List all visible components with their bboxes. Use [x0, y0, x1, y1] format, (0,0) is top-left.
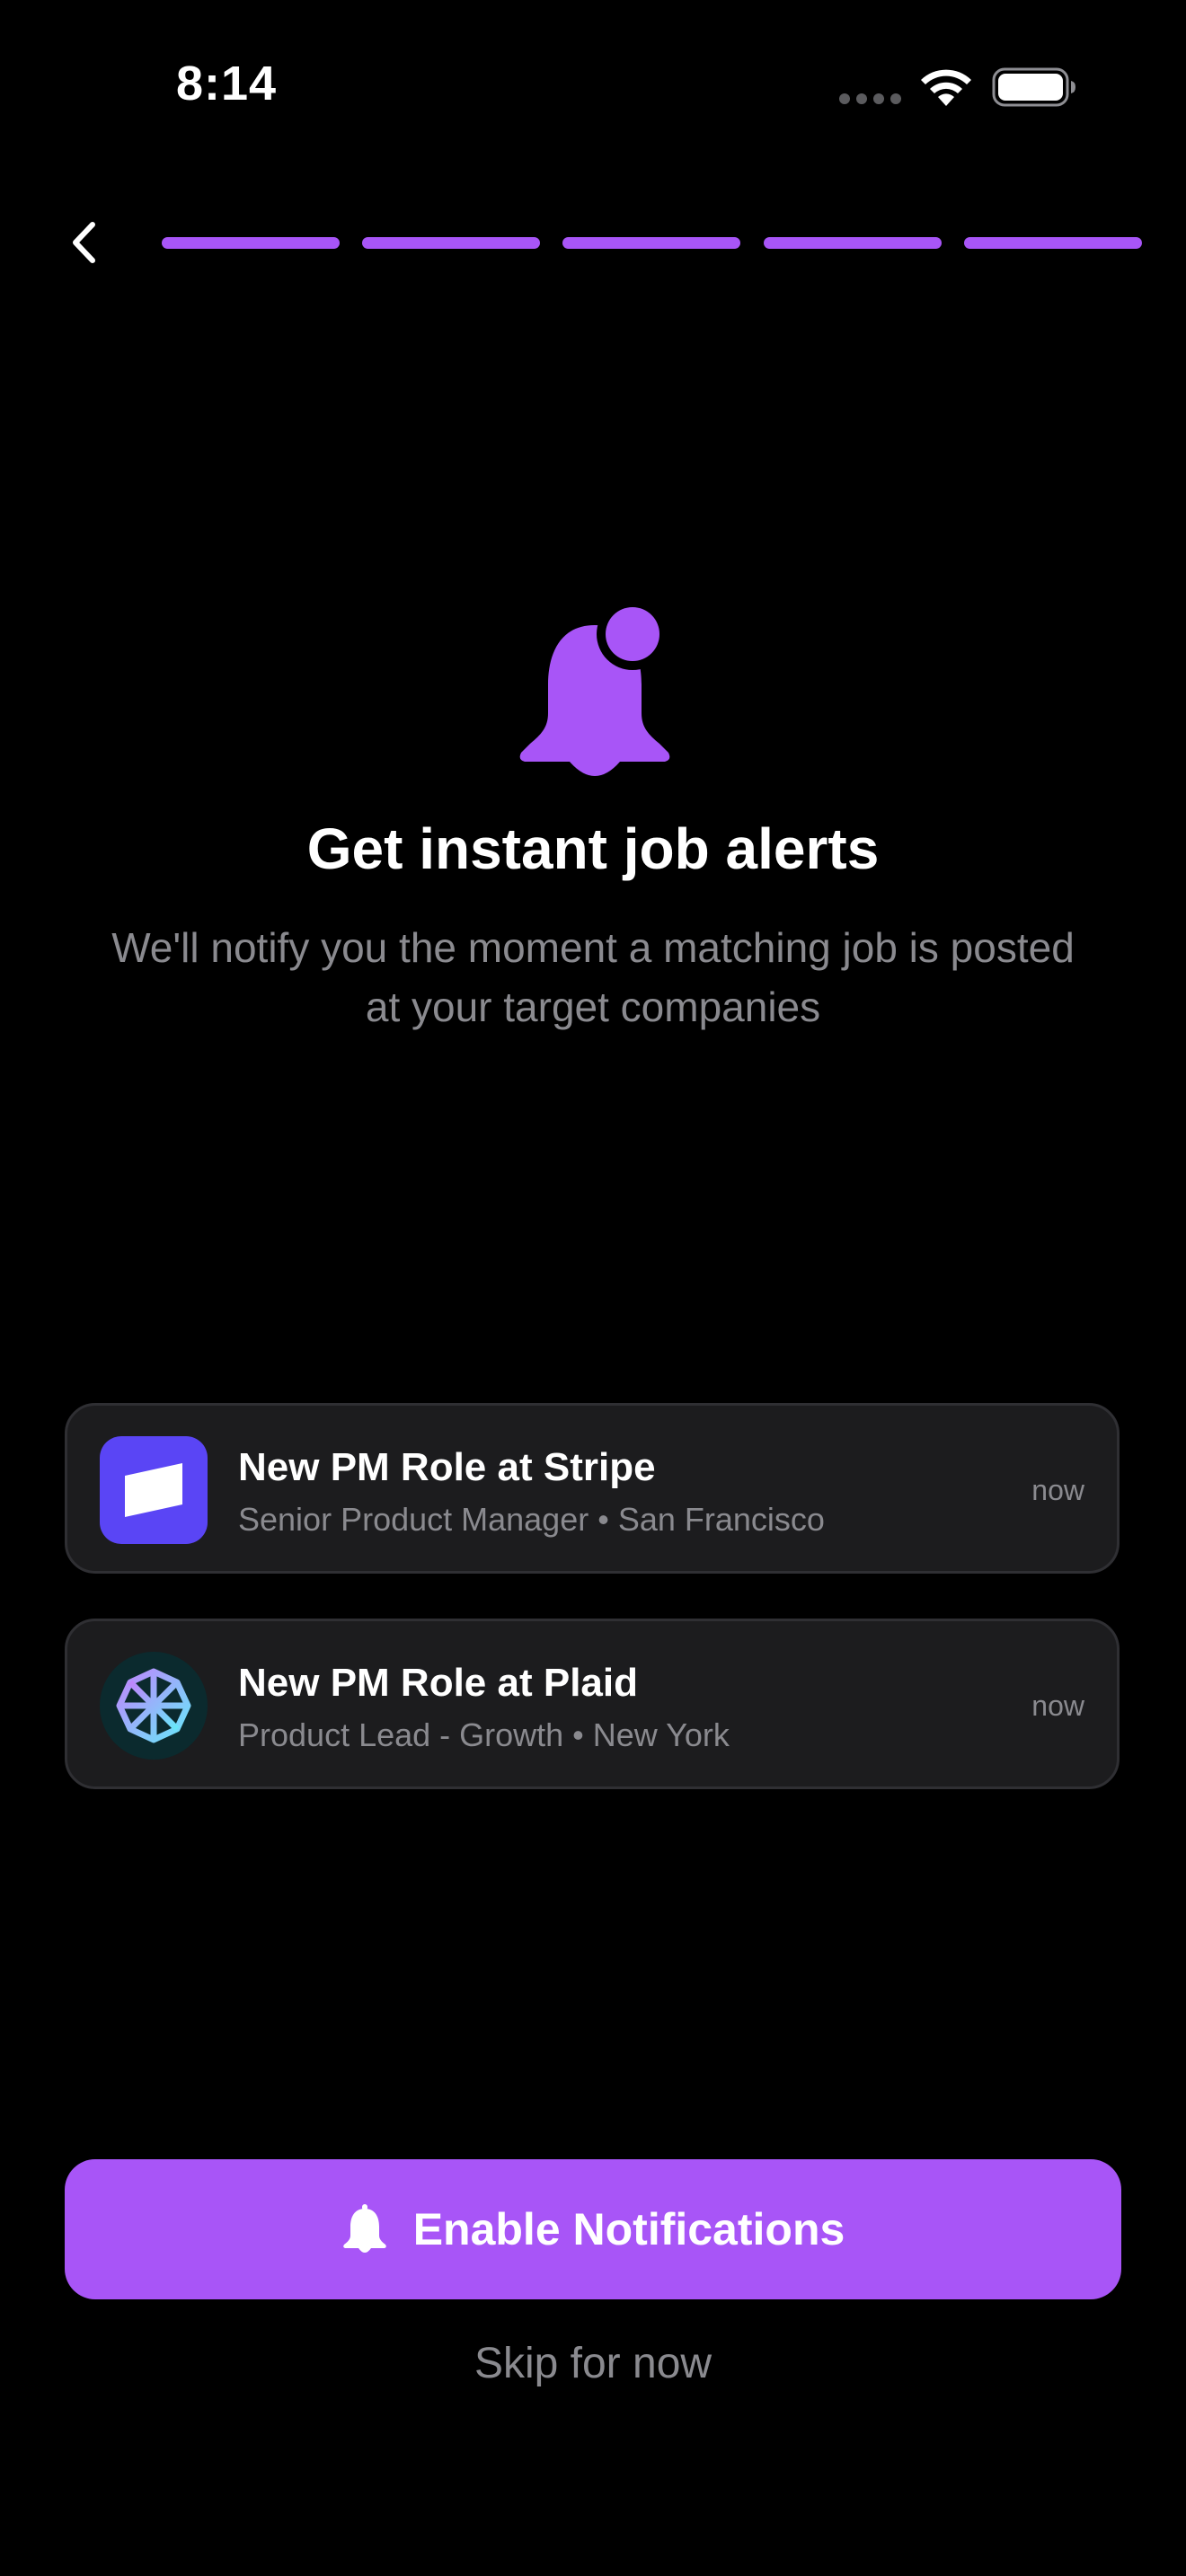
back-button[interactable]: [56, 208, 111, 277]
progress-step-2: [362, 237, 540, 249]
battery-icon: [992, 67, 1075, 107]
progress-step-3: [562, 237, 740, 249]
notification-title: New PM Role at Stripe: [238, 1445, 656, 1489]
page-title: Get instant job alerts: [306, 816, 880, 881]
bell-badge-icon: [519, 602, 670, 776]
notification-time: now: [1031, 1689, 1084, 1722]
notification-card-stripe: New PM Role at Stripe Senior Product Man…: [65, 1403, 1120, 1574]
page-subtitle: We'll notify you the moment a matching j…: [111, 924, 1075, 1030]
progress-step-4: [764, 237, 942, 249]
enable-notifications-button[interactable]: Enable Notifications: [65, 2159, 1121, 2299]
plaid-logo-icon: [100, 1652, 208, 1760]
chevron-left-icon: [73, 222, 95, 263]
enable-notifications-label: Enable Notifications: [412, 2204, 845, 2254]
progress-step-1: [162, 237, 340, 249]
stripe-logo-icon: [100, 1436, 208, 1544]
skip-for-now-link[interactable]: Skip for now: [0, 2339, 1186, 2388]
wifi-icon: [921, 69, 971, 106]
cellular-signal-icon: [839, 93, 902, 104]
notification-subtitle: Product Lead - Growth • New York: [238, 1716, 730, 1753]
notification-time: now: [1031, 1474, 1084, 1506]
notification-card-plaid: New PM Role at Plaid Product Lead - Grow…: [65, 1619, 1120, 1789]
notification-subtitle: Senior Product Manager • San Francisco: [238, 1501, 825, 1538]
notification-title: New PM Role at Plaid: [238, 1661, 638, 1705]
status-time: 8:14: [176, 57, 278, 110]
progress-step-5: [964, 237, 1142, 249]
bell-icon: [342, 2204, 386, 2253]
